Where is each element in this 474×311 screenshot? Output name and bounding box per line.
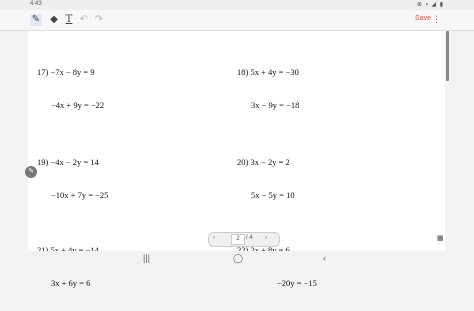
problem-19: 19) −4x − 2y = 14 −10x + 7y = −25 [37,135,108,223]
scrollbar[interactable] [446,31,449,81]
undo-icon[interactable]: ↶ [78,14,90,26]
problem-number: 20) [237,157,249,167]
problem-number: 17) [37,67,49,77]
next-page-button[interactable]: › [265,235,267,241]
edit-pen-icon[interactable]: ✎ [25,166,37,178]
problem-17: 17) −7x − 8y = 9 −4x + 9y = −22 [37,45,104,133]
equation-2: −4x + 9y = −22 [51,100,105,110]
status-time: 4:43 [30,1,42,7]
problem-number: 18) [237,67,249,77]
problem-18: 18) 5x + 4y = −30 3x − 9y = −18 [237,45,299,133]
status-bar: 4:43 ⊕ ▪ ◢ ▮ [0,0,474,10]
redo-icon[interactable]: ↷ [93,14,105,26]
equation-2: 3x + 6y = 6 [51,278,91,288]
back-button[interactable]: ‹ [323,253,326,263]
page-total: / 4 [246,235,253,241]
pen-icon[interactable]: ✎ [30,14,42,26]
android-nav-bar: ||| ◯ ‹ [0,251,474,266]
eraser-icon[interactable]: ◆ [48,14,60,26]
more-vert-icon[interactable]: ⋮ [432,14,441,25]
equation-1: −4x − 2y = 14 [50,157,99,167]
document-page[interactable]: 17) −7x − 8y = 9 −4x + 9y = −22 18) 5x +… [28,31,445,288]
problem-21: 21) 5x + 4y = −14 3x + 6y = 6 [37,223,99,311]
text-icon[interactable]: T [63,14,75,26]
page-navigator: ‹ 2 / 4 › [208,232,280,247]
page-number-input[interactable]: 2 [231,234,245,245]
equation-2: 5x − 5y = 10 [251,190,295,200]
edit-document-icon[interactable]: ▦ [437,234,446,243]
equation-1: −7x − 8y = 9 [50,67,95,77]
equation-1: 5x + 4y = −30 [250,67,299,77]
recent-apps-button[interactable]: ||| [143,253,150,263]
equation-2: 3x − 9y = −18 [251,100,300,110]
problem-number: 19) [37,157,49,167]
status-icons: ⊕ ▪ ◢ ▮ [416,2,444,8]
problem-20: 20) 3x − 2y = 2 5x − 5y = 10 [237,135,295,223]
toolbar: ✎ ◆ T ↶ ↷ Save ⋮ [0,10,474,31]
equation-2: −20y = −15 [277,278,317,288]
equation-2: −10x + 7y = −25 [51,190,109,200]
prev-page-button[interactable]: ‹ [213,235,215,241]
home-button[interactable]: ◯ [233,253,243,264]
equation-1: 3x − 2y = 2 [250,157,290,167]
save-button[interactable]: Save [415,15,431,22]
